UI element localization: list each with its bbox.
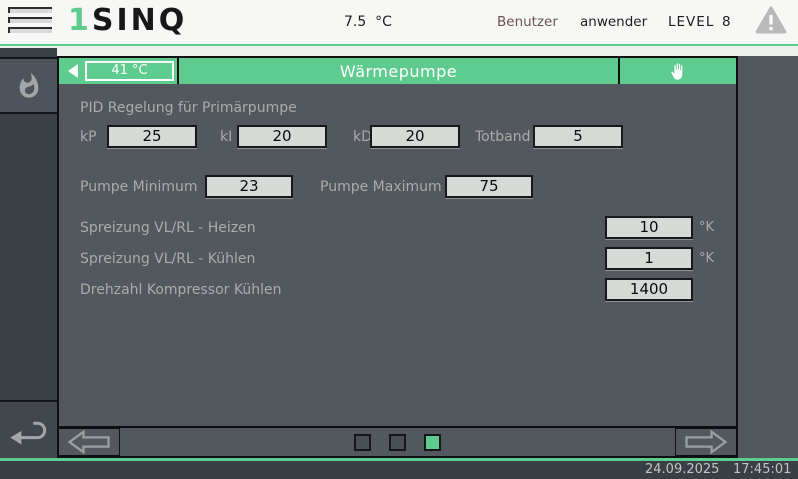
prev-page-button[interactable] — [59, 428, 120, 456]
page-title: Wärmepumpe — [340, 62, 457, 81]
manual-mode-button[interactable] — [620, 58, 736, 84]
date-display: 24.09.2025 — [645, 461, 719, 479]
page-indicators — [59, 428, 736, 456]
param-label: Spreizung VL/RL - Kühlen — [80, 247, 255, 271]
level-label: LEVEL — [668, 0, 714, 44]
section-title: PID Regelung für Primärpumpe — [80, 96, 297, 120]
user-label: Benutzer — [497, 0, 558, 44]
hamburger-bar — [8, 27, 52, 33]
pump-min-field[interactable]: 23 — [205, 175, 293, 198]
heating-nav-button[interactable] — [0, 57, 57, 114]
param-unit: °K — [699, 247, 714, 271]
return-arrow-icon — [8, 413, 50, 447]
pump-max-field[interactable]: 75 — [445, 175, 533, 198]
time-display: 17:45:01 — [733, 461, 791, 479]
compressor-speed-field[interactable]: 1400 — [605, 278, 693, 301]
ki-label: kI — [220, 125, 232, 149]
param-label: Drehzahl Kompressor Kühlen — [80, 278, 281, 302]
arrow-right-icon — [683, 429, 729, 455]
sidebar — [0, 48, 57, 458]
user-value: anwender — [580, 0, 647, 44]
totband-label: Totband — [475, 125, 530, 149]
light-strip — [0, 46, 798, 56]
spread-heat-field[interactable]: 10 — [605, 216, 693, 239]
page-indicator-1[interactable] — [354, 434, 371, 451]
logo-accent: 1 — [68, 3, 92, 38]
home-return-button[interactable] — [0, 400, 57, 458]
outdoor-temperature-display: 7.5 °C — [344, 0, 392, 44]
ki-field[interactable]: 20 — [237, 125, 327, 148]
next-page-button[interactable] — [675, 428, 736, 456]
param-label: Spreizung VL/RL - Heizen — [80, 216, 256, 240]
warning-triangle-icon[interactable] — [755, 6, 787, 36]
title-bar: 41 °C Wärmepumpe — [59, 58, 736, 84]
nav-row — [59, 426, 736, 456]
kp-field[interactable]: 25 — [107, 125, 197, 148]
main-panel: 41 °C Wärmepumpe PID Regelung für Primär… — [57, 56, 738, 458]
hamburger-bar — [8, 17, 52, 23]
pump-max-label: Pumpe Maximum — [320, 175, 442, 199]
kd-field[interactable]: 20 — [370, 125, 460, 148]
totband-field[interactable]: 5 — [533, 125, 623, 148]
page-indicator-2[interactable] — [389, 434, 406, 451]
arrow-left-icon — [66, 429, 112, 455]
pump-min-label: Pumpe Minimum — [80, 175, 198, 199]
logo-text: SINQ — [92, 3, 187, 38]
level-value: 8 — [722, 0, 731, 44]
statusbar: 24.09.2025 17:45:01 — [0, 461, 798, 479]
spread-cool-field[interactable]: 1 — [605, 247, 693, 270]
param-unit: °K — [699, 216, 714, 240]
app-logo: 1SINQ — [68, 3, 187, 38]
back-temp-button[interactable]: 41 °C — [59, 58, 177, 84]
flow-temperature-display: 41 °C — [85, 61, 174, 81]
hamburger-menu-icon[interactable] — [8, 7, 54, 37]
title-section: Wärmepumpe — [179, 58, 618, 84]
triangle-left-icon — [68, 64, 78, 78]
hand-icon — [670, 62, 687, 81]
hamburger-bar — [8, 7, 52, 13]
kp-label: kP — [80, 125, 97, 149]
hmi-screen: 1SINQ 7.5 °C Benutzer anwender LEVEL 8 — [0, 0, 798, 479]
page-indicator-3-active[interactable] — [424, 434, 441, 451]
flame-icon — [15, 70, 43, 102]
topbar: 1SINQ 7.5 °C Benutzer anwender LEVEL 8 — [0, 0, 798, 44]
